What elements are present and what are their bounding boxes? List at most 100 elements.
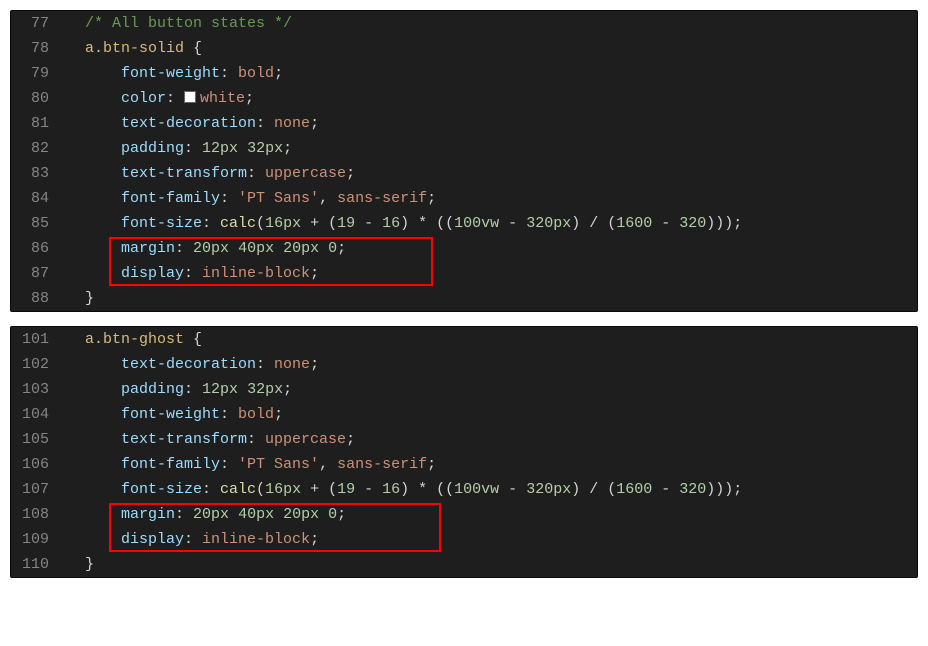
code-line[interactable]: 81text-decoration: none; (11, 111, 917, 136)
code-line[interactable]: 109display: inline-block; (11, 527, 917, 552)
code-content: } (67, 552, 917, 577)
token: sans-serif (337, 190, 427, 207)
line-number: 84 (11, 186, 67, 211)
token: : (184, 140, 202, 157)
token: margin (121, 506, 175, 523)
token: a.btn-ghost (85, 331, 184, 348)
code-line[interactable]: 107font-size: calc(16px + (19 - 16) * ((… (11, 477, 917, 502)
token: ) * (( (400, 215, 454, 232)
code-line[interactable]: 80color: white; (11, 86, 917, 111)
code-line[interactable]: 85font-size: calc(16px + (19 - 16) * ((1… (11, 211, 917, 236)
code-line[interactable]: 77/* All button states */ (11, 11, 917, 36)
token: 12px (202, 381, 238, 398)
token: + ( (301, 215, 337, 232)
token: font-size (121, 215, 202, 232)
token: inline-block (202, 531, 310, 548)
code-content: display: inline-block; (67, 527, 917, 552)
token: 40px (238, 240, 274, 257)
code-content: text-decoration: none; (67, 352, 917, 377)
code-line[interactable]: 101a.btn-ghost { (11, 327, 917, 352)
token: 32px (247, 140, 283, 157)
token: ; (310, 531, 319, 548)
token: , (319, 190, 337, 207)
token: - (499, 215, 526, 232)
line-number: 87 (11, 261, 67, 286)
token (229, 506, 238, 523)
code-content: font-family: 'PT Sans', sans-serif; (67, 452, 917, 477)
code-line[interactable]: 103padding: 12px 32px; (11, 377, 917, 402)
token: text-decoration (121, 356, 256, 373)
code-line[interactable]: 86margin: 20px 40px 20px 0; (11, 236, 917, 261)
token: ; (283, 381, 292, 398)
code-content: margin: 20px 40px 20px 0; (67, 236, 917, 261)
line-number: 81 (11, 111, 67, 136)
token: } (85, 290, 94, 307)
token: } (85, 556, 94, 573)
token: 12px (202, 140, 238, 157)
code-line[interactable]: 110} (11, 552, 917, 577)
code-content: text-transform: uppercase; (67, 161, 917, 186)
line-number: 107 (11, 477, 67, 502)
code-line[interactable]: 84font-family: 'PT Sans', sans-serif; (11, 186, 917, 211)
code-line[interactable]: 78a.btn-solid { (11, 36, 917, 61)
code-content: font-size: calc(16px + (19 - 16) * ((100… (67, 211, 917, 236)
code-content: /* All button states */ (67, 11, 917, 36)
token: - (355, 481, 382, 498)
token: text-transform (121, 165, 247, 182)
token (238, 381, 247, 398)
token: : (184, 265, 202, 282)
token: 320 (679, 481, 706, 498)
token: white (200, 90, 245, 107)
token: + ( (301, 481, 337, 498)
token: ; (346, 431, 355, 448)
token: : (175, 240, 193, 257)
code-line[interactable]: 108margin: 20px 40px 20px 0; (11, 502, 917, 527)
token: - (652, 215, 679, 232)
token: padding (121, 140, 184, 157)
code-content: a.btn-ghost { (67, 327, 917, 352)
code-line[interactable]: 104font-weight: bold; (11, 402, 917, 427)
token: 0 (328, 506, 337, 523)
token: bold (238, 406, 274, 423)
token: ; (427, 456, 436, 473)
code-content: padding: 12px 32px; (67, 136, 917, 161)
token: 32px (247, 381, 283, 398)
token: : (220, 456, 238, 473)
code-line[interactable]: 88} (11, 286, 917, 311)
token: a.btn-solid (85, 40, 184, 57)
token (274, 506, 283, 523)
token: 16 (382, 481, 400, 498)
code-content: font-family: 'PT Sans', sans-serif; (67, 186, 917, 211)
code-line[interactable]: 82padding: 12px 32px; (11, 136, 917, 161)
line-number: 101 (11, 327, 67, 352)
token: text-decoration (121, 115, 256, 132)
token: 320px (526, 215, 571, 232)
code-line[interactable]: 105text-transform: uppercase; (11, 427, 917, 452)
code-line[interactable]: 87display: inline-block; (11, 261, 917, 286)
token: font-weight (121, 65, 220, 82)
token: ))); (706, 215, 742, 232)
token (319, 240, 328, 257)
token: ; (283, 140, 292, 157)
code-line[interactable]: 83text-transform: uppercase; (11, 161, 917, 186)
token: - (652, 481, 679, 498)
code-content: margin: 20px 40px 20px 0; (67, 502, 917, 527)
code-line[interactable]: 106font-family: 'PT Sans', sans-serif; (11, 452, 917, 477)
code-line[interactable]: 102text-decoration: none; (11, 352, 917, 377)
token: ( (256, 215, 265, 232)
color-swatch-icon[interactable] (184, 91, 196, 103)
token: - (499, 481, 526, 498)
code-line[interactable]: 79font-weight: bold; (11, 61, 917, 86)
token: : (220, 190, 238, 207)
token: 40px (238, 506, 274, 523)
token: 19 (337, 481, 355, 498)
line-number: 108 (11, 502, 67, 527)
token: : (202, 215, 220, 232)
token: ) / ( (571, 215, 616, 232)
token (238, 140, 247, 157)
code-content: font-weight: bold; (67, 402, 917, 427)
token: calc (220, 215, 256, 232)
token (274, 240, 283, 257)
line-number: 83 (11, 161, 67, 186)
token: - (355, 215, 382, 232)
